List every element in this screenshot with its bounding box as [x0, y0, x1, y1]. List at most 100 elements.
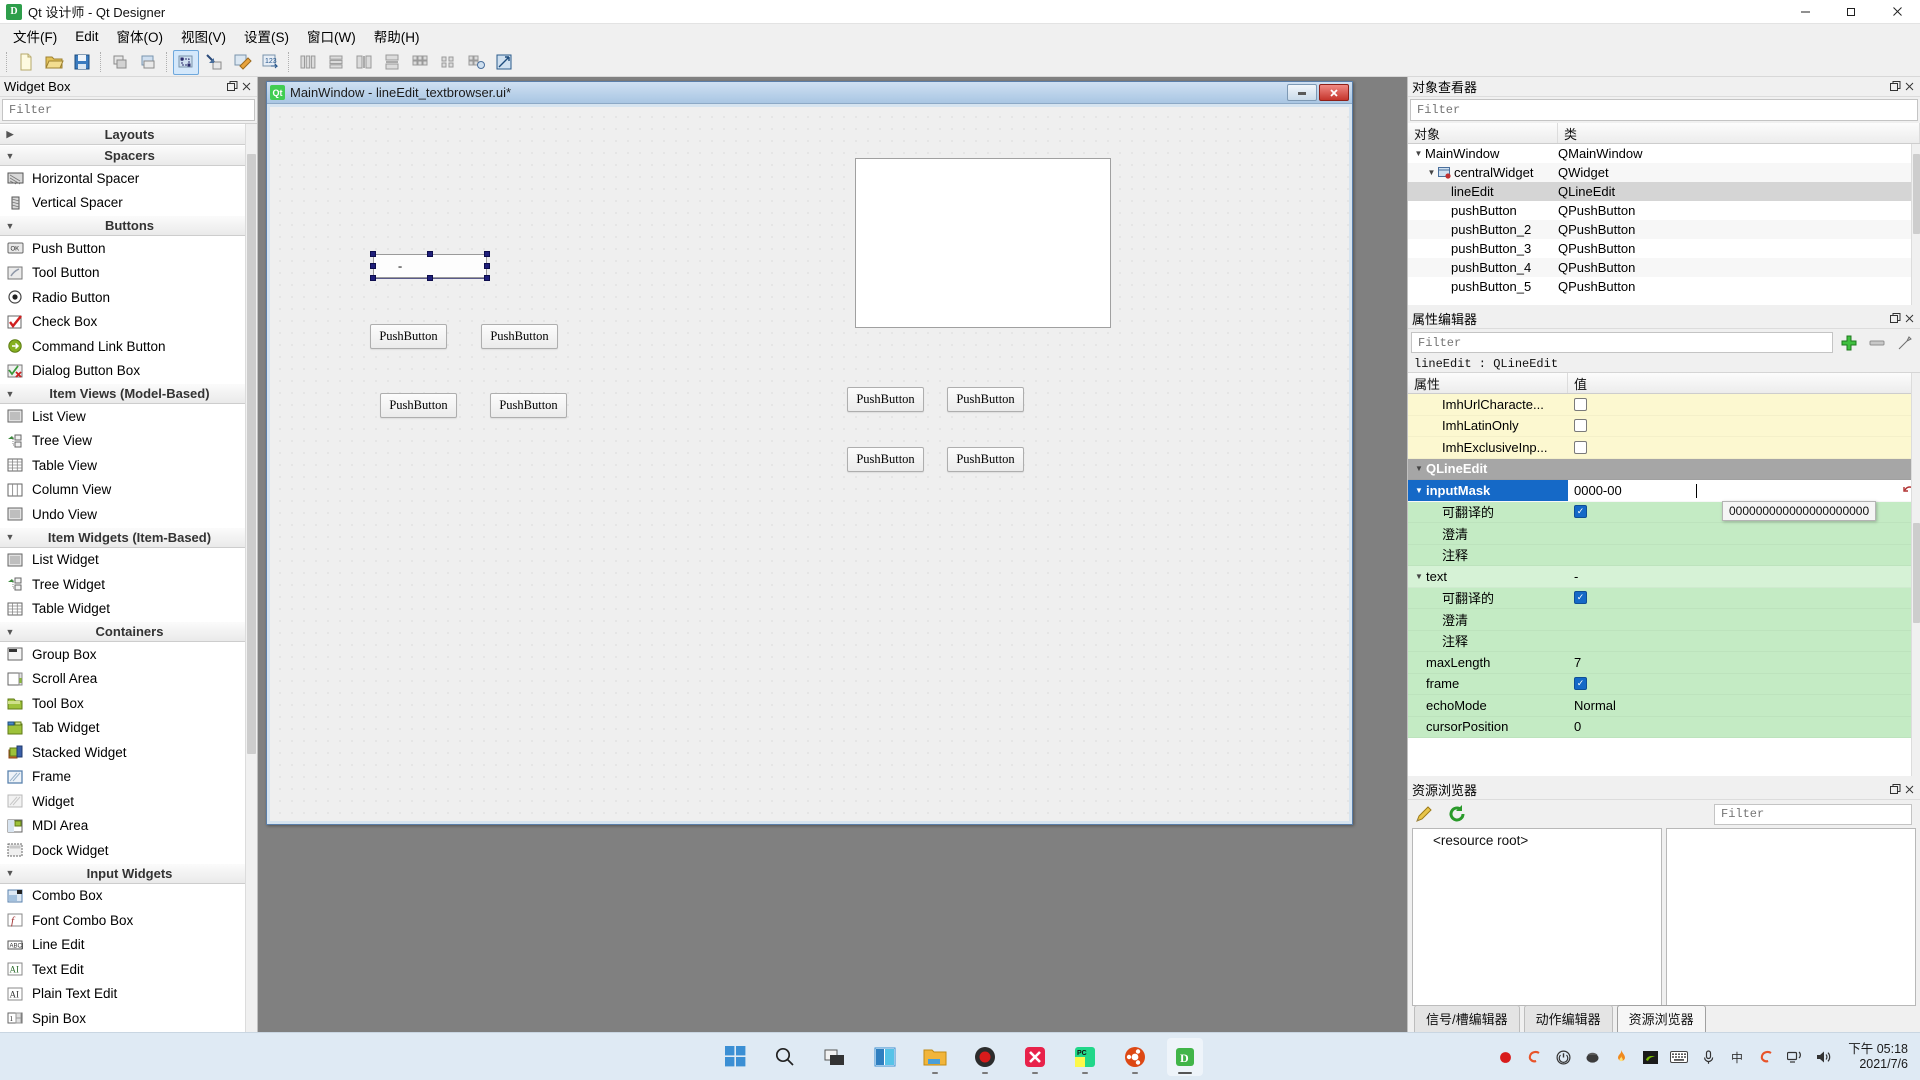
widget-group-item-widgets[interactable]: ▼ Item Widgets (Item-Based) — [0, 526, 257, 548]
widget-group-item-views[interactable]: ▼ Item Views (Model-Based) — [0, 383, 257, 404]
widget-item-radio-button[interactable]: Radio Button — [0, 285, 257, 310]
property-row-imhlatinonly[interactable]: ImhLatinOnly — [1408, 415, 1920, 437]
close-button[interactable] — [1874, 0, 1920, 24]
widget-item-undo-view[interactable]: Undo View — [0, 502, 257, 527]
break-layout-icon[interactable] — [463, 50, 489, 75]
power-icon[interactable] — [1554, 1048, 1572, 1066]
configure-icon[interactable] — [1893, 332, 1917, 354]
widget-group-input-widgets[interactable]: ▼ Input Widgets — [0, 862, 257, 884]
property-editor-scrollbar[interactable] — [1911, 373, 1920, 776]
network-icon[interactable] — [1786, 1048, 1804, 1066]
widget-item-command-link-button[interactable]: Command Link Button — [0, 334, 257, 359]
widget-item-dialog-button-box[interactable]: Dialog Button Box — [0, 359, 257, 384]
float-icon[interactable] — [1888, 312, 1902, 326]
property-value[interactable]: 7 — [1568, 652, 1920, 673]
menu-view[interactable]: 视图(V) — [172, 23, 235, 49]
menu-file[interactable]: 文件(F) — [4, 23, 66, 49]
design-push-button-1[interactable]: PushButton — [370, 324, 447, 349]
keyboard-icon[interactable] — [1670, 1048, 1689, 1066]
widget-item-list-view[interactable]: List View — [0, 404, 257, 429]
close-icon[interactable] — [1902, 80, 1916, 94]
reload-icon[interactable] — [1446, 804, 1468, 824]
windows-start-icon[interactable] — [717, 1038, 753, 1076]
column-header-value[interactable]: 值 — [1568, 373, 1920, 393]
file-explorer-icon[interactable] — [917, 1038, 953, 1076]
widget-item-column-view[interactable]: Column View — [0, 478, 257, 503]
xmind-icon[interactable] — [1017, 1038, 1053, 1076]
chevron-down-icon[interactable]: ▼ — [1412, 149, 1425, 158]
menu-form[interactable]: 窗体(O) — [108, 23, 173, 49]
checkbox-unchecked[interactable] — [1574, 419, 1587, 433]
qt-designer-taskbar-icon[interactable]: D — [1167, 1037, 1203, 1076]
checkbox-checked[interactable]: ✓ — [1574, 677, 1587, 691]
layout-horizontal-splitter-icon[interactable] — [351, 50, 377, 75]
column-header-class[interactable]: 类 — [1558, 123, 1920, 143]
property-row-disambiguation-1[interactable]: 澄清 — [1408, 523, 1920, 545]
restore-button[interactable] — [1828, 0, 1874, 24]
edit-tab-order-icon[interactable]: 123 — [257, 50, 283, 75]
layout-horizontally-icon[interactable] — [295, 50, 321, 75]
tab-resource-browser[interactable]: 资源浏览器 — [1616, 1005, 1706, 1032]
property-row-imhexclusiveinput[interactable]: ImhExclusiveInp... — [1408, 437, 1920, 459]
widget-item-line-edit[interactable]: ABC| Line Edit — [0, 933, 257, 958]
property-value[interactable]: 0 — [1568, 717, 1920, 738]
column-header-property[interactable]: 属性 — [1408, 373, 1568, 393]
design-push-button-6[interactable]: PushButton — [947, 387, 1024, 412]
widget-box-filter[interactable] — [2, 99, 255, 121]
layout-vertical-splitter-icon[interactable] — [379, 50, 405, 75]
property-row-inputmask[interactable]: ▼ inputMask 0000-00 — [1408, 480, 1920, 502]
design-push-button-3[interactable]: PushButton — [380, 393, 457, 418]
layout-form-icon[interactable] — [435, 50, 461, 75]
scrollbar-thumb[interactable] — [1913, 523, 1920, 623]
edit-signals-slots-icon[interactable] — [201, 50, 227, 75]
checkbox-checked[interactable]: ✓ — [1574, 591, 1587, 605]
widget-item-text-edit[interactable]: AI Text Edit — [0, 957, 257, 982]
widget-group-buttons[interactable]: ▼ Buttons — [0, 215, 257, 236]
minimize-button[interactable] — [1782, 0, 1828, 24]
volume-icon[interactable] — [1815, 1048, 1833, 1066]
add-icon[interactable] — [1837, 332, 1861, 354]
widget-group-spacers[interactable]: ▼ Spacers — [0, 145, 257, 166]
property-editor-table[interactable]: 属性 值 ImhUrlCharacte... ImhLatinOnly ImhE… — [1408, 373, 1920, 776]
widget-item-dock-widget[interactable]: Dock Widget — [0, 838, 257, 863]
widget-item-table-widget[interactable]: Table Widget — [0, 597, 257, 622]
widget-item-tab-widget[interactable]: Tab Widget — [0, 716, 257, 741]
flame-icon[interactable] — [1612, 1048, 1630, 1066]
widget-item-check-box[interactable]: Check Box — [0, 310, 257, 335]
tab-action-editor[interactable]: 动作编辑器 — [1523, 1005, 1613, 1032]
form-canvas[interactable]: - PushButton PushButton PushButton PushB… — [270, 107, 1349, 821]
chevron-down-icon[interactable]: ▼ — [1425, 168, 1438, 177]
menu-window[interactable]: 窗口(W) — [298, 23, 365, 49]
undo-icon[interactable] — [107, 50, 133, 75]
scrollbar-thumb[interactable] — [247, 154, 256, 754]
pycharm-icon[interactable]: PC — [1067, 1038, 1103, 1076]
menu-edit[interactable]: Edit — [66, 26, 107, 47]
design-push-button-2[interactable]: PushButton — [481, 324, 558, 349]
nvidia-icon[interactable] — [1641, 1048, 1659, 1066]
design-push-button-4[interactable]: PushButton — [490, 393, 567, 418]
widget-item-plain-text-edit[interactable]: AI Plain Text Edit — [0, 982, 257, 1007]
task-view-icon[interactable] — [817, 1038, 853, 1076]
property-editor-filter-input[interactable] — [1416, 334, 1828, 351]
table-row[interactable]: pushButton_5 QPushButton — [1408, 277, 1920, 296]
resource-root-label[interactable]: <resource root> — [1413, 833, 1661, 848]
property-row-comment-2[interactable]: 注释 — [1408, 630, 1920, 652]
chevron-down-icon[interactable]: ▼ — [1412, 464, 1426, 473]
scrollbar-thumb[interactable] — [1913, 154, 1920, 234]
save-file-icon[interactable] — [69, 50, 95, 75]
ubuntu-icon[interactable] — [1117, 1038, 1153, 1076]
widget-box-filter-input[interactable] — [7, 102, 250, 118]
widget-group-layouts[interactable]: ▶ Layouts — [0, 124, 257, 145]
object-inspector-filter[interactable] — [1410, 99, 1918, 121]
column-header-object[interactable]: 对象 — [1408, 123, 1558, 143]
close-icon[interactable] — [1902, 312, 1916, 326]
property-editor-filter[interactable] — [1411, 332, 1833, 353]
property-value[interactable] — [1568, 523, 1920, 544]
form-window[interactable]: Qt MainWindow - lineEdit_textbrowser.ui*… — [266, 81, 1353, 825]
property-value-text-row[interactable]: - — [1568, 566, 1920, 587]
property-row-text[interactable]: ▼ text - — [1408, 566, 1920, 588]
widget-group-containers[interactable]: ▼ Containers — [0, 621, 257, 642]
property-row-frame[interactable]: frame ✓ — [1408, 673, 1920, 695]
widget-item-widget[interactable]: Widget — [0, 789, 257, 814]
design-push-button-7[interactable]: PushButton — [847, 447, 924, 472]
